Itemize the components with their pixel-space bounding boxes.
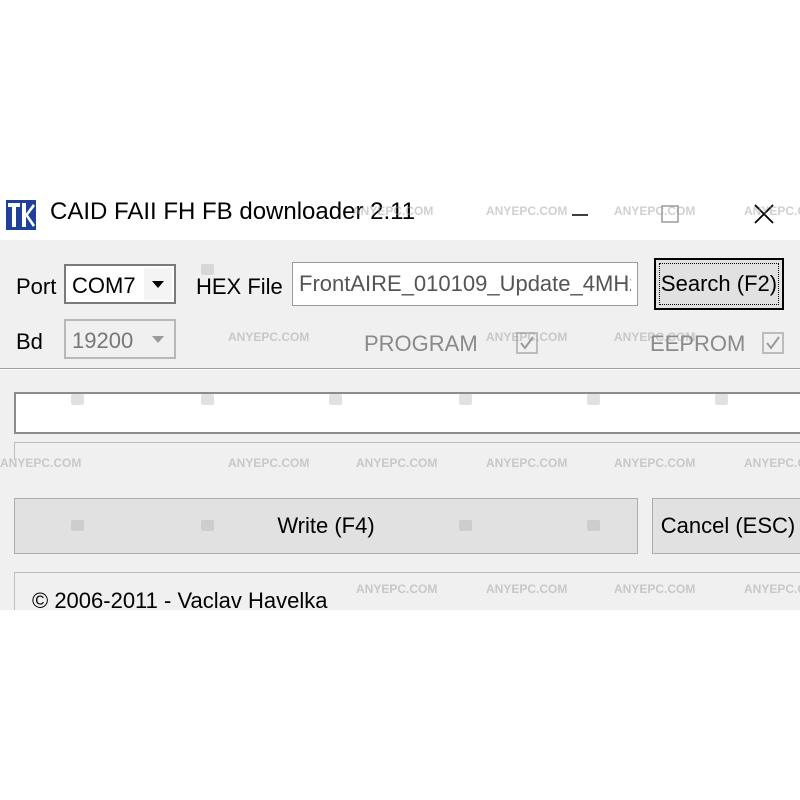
hex-file-field[interactable]: [292, 262, 638, 306]
downloader-window: CAID FAII FH FB downloader 2.11 Port COM…: [0, 188, 800, 610]
minimize-icon: [572, 214, 588, 216]
checkmark-icon: [766, 336, 780, 350]
cancel-button-label: Cancel (ESC): [660, 513, 796, 538]
checkmark-icon: [520, 336, 534, 350]
baud-value: 19200: [72, 328, 134, 353]
baud-dropdown-button[interactable]: [144, 323, 172, 355]
cancel-button[interactable]: Cancel (ESC): [652, 498, 800, 554]
program-label: PROGRAM: [364, 331, 478, 356]
port-label: Port: [16, 274, 57, 299]
eeprom-label: EEPROM: [650, 331, 746, 356]
minimize-button[interactable]: [552, 192, 608, 236]
hex-file-input[interactable]: [293, 263, 637, 305]
status-frame: [14, 442, 800, 460]
divider: [0, 369, 800, 370]
write-button-label: Write (F4): [277, 513, 375, 538]
close-icon: [754, 204, 774, 224]
hex-file-label: HEX File: [196, 274, 283, 299]
port-value: COM7: [72, 273, 136, 298]
title-bar[interactable]: CAID FAII FH FB downloader 2.11: [0, 188, 800, 240]
search-button[interactable]: Search (F2): [654, 258, 784, 310]
maximize-button[interactable]: [642, 192, 698, 236]
watermark: ANYEPC.COM: [228, 330, 310, 344]
port-dropdown-button[interactable]: [144, 268, 172, 300]
close-button[interactable]: [736, 192, 792, 236]
app-logo-icon: [6, 200, 36, 230]
window-title: CAID FAII FH FB downloader 2.11: [50, 198, 416, 225]
program-checkbox[interactable]: [516, 332, 538, 354]
chevron-down-icon: [152, 281, 164, 288]
progress-bar: [14, 392, 800, 434]
copyright-text: © 2006-2011 - Vaclav Havelka: [32, 588, 328, 610]
write-button[interactable]: Write (F4): [14, 498, 638, 554]
baud-select[interactable]: 19200: [64, 319, 176, 359]
chevron-down-icon: [152, 336, 164, 343]
port-select[interactable]: COM7: [64, 264, 176, 304]
focus-rect: [659, 263, 779, 305]
baud-label: Bd: [16, 329, 43, 354]
eeprom-checkbox[interactable]: [762, 332, 784, 354]
maximize-icon: [661, 205, 679, 223]
